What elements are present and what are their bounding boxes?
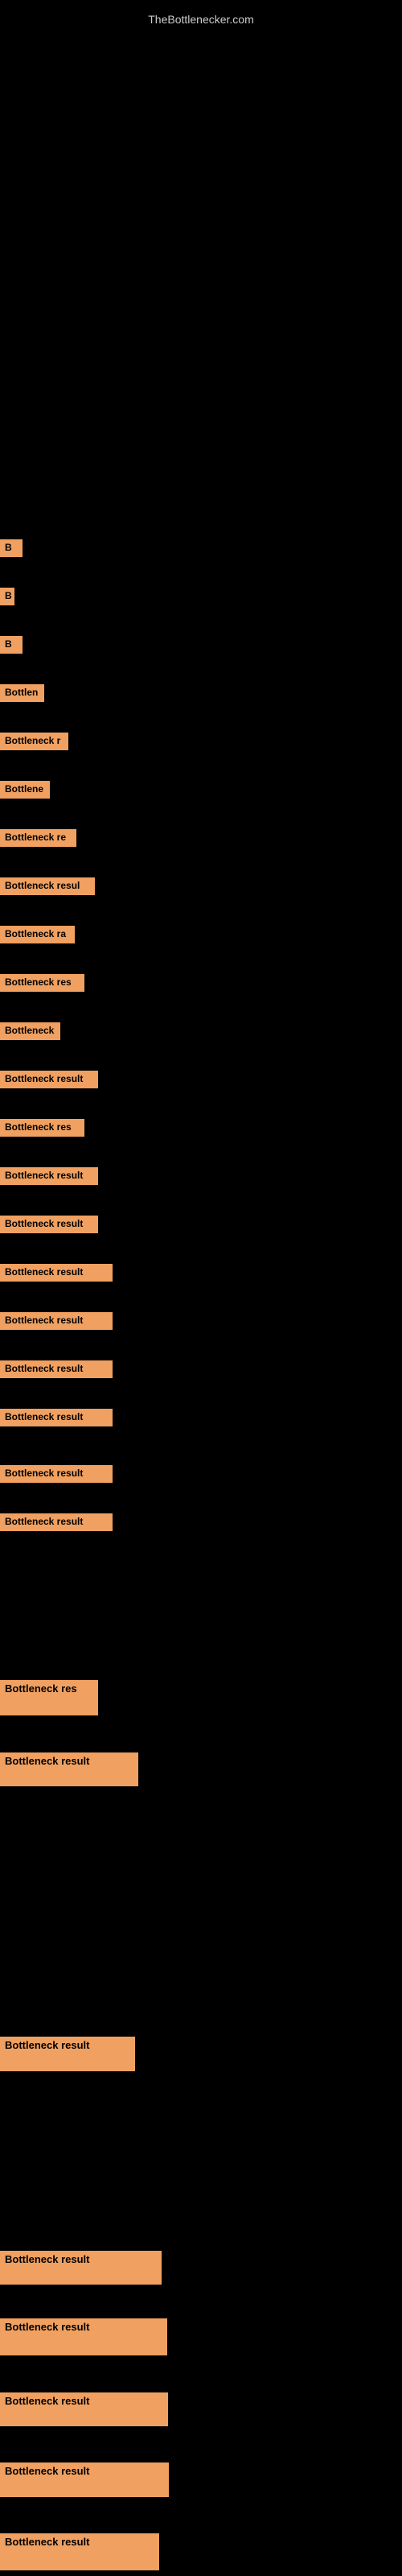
bottleneck-result-label: Bottleneck result bbox=[0, 1167, 98, 1185]
bottleneck-result-label: Bottleneck re bbox=[0, 829, 76, 847]
bottleneck-result-label: Bottleneck res bbox=[0, 1680, 98, 1715]
bottleneck-result-label: Bottleneck res bbox=[0, 1119, 84, 1137]
bottleneck-result-label: Bottleneck result bbox=[0, 1071, 98, 1088]
bottleneck-result-label: Bottleneck result bbox=[0, 1513, 113, 1531]
bottleneck-result-label: Bottleneck result bbox=[0, 1409, 113, 1426]
bottleneck-result-label: Bottleneck result bbox=[0, 2462, 169, 2497]
bottleneck-result-label: Bottlen bbox=[0, 684, 44, 702]
bottleneck-result-label: Bottleneck result bbox=[0, 1465, 113, 1483]
bottleneck-result-label: Bottleneck result bbox=[0, 1312, 113, 1330]
bottleneck-result-label: Bottlene bbox=[0, 781, 50, 799]
bottleneck-result-label: B bbox=[0, 539, 23, 557]
bottleneck-result-label: Bottleneck result bbox=[0, 1360, 113, 1378]
bottleneck-result-label: Bottleneck result bbox=[0, 2533, 159, 2570]
bottleneck-result-label: Bottleneck result bbox=[0, 1752, 138, 1786]
bottleneck-result-label: Bottleneck resul bbox=[0, 877, 95, 895]
bottleneck-result-label: Bottleneck bbox=[0, 1022, 60, 1040]
bottleneck-result-label: Bottleneck res bbox=[0, 974, 84, 992]
bottleneck-result-label: Bottleneck result bbox=[0, 2251, 162, 2285]
bottleneck-result-label: Bottleneck result bbox=[0, 2037, 135, 2071]
bottleneck-result-label: Bottleneck result bbox=[0, 1216, 98, 1233]
bottleneck-result-label: Bottleneck result bbox=[0, 2392, 168, 2426]
site-title: TheBottlenecker.com bbox=[0, 6, 402, 32]
bottleneck-result-label: B bbox=[0, 588, 14, 605]
bottleneck-result-label: B bbox=[0, 636, 23, 654]
bottleneck-result-label: Bottleneck result bbox=[0, 2318, 167, 2355]
bottleneck-result-label: Bottleneck result bbox=[0, 1264, 113, 1282]
bottleneck-result-label: Bottleneck r bbox=[0, 733, 68, 750]
bottleneck-result-label: Bottleneck ra bbox=[0, 926, 75, 943]
